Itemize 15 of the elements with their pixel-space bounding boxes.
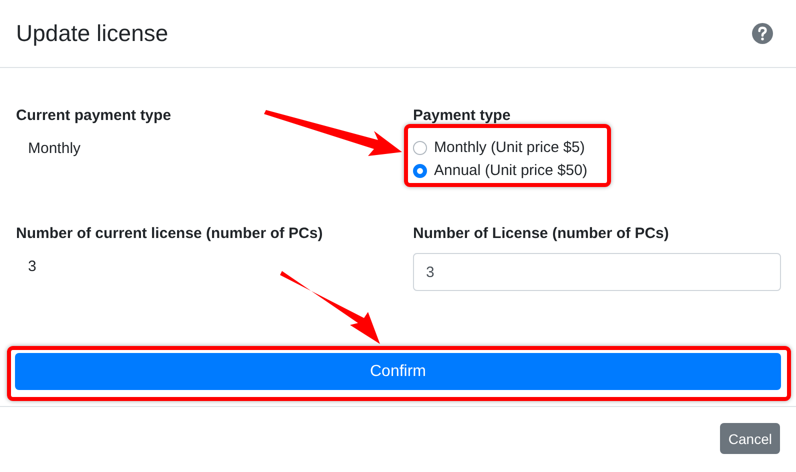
field-label: Payment type <box>413 106 512 126</box>
dialog-title: Update license <box>16 20 168 47</box>
radio-button[interactable] <box>413 164 427 178</box>
cancel-button[interactable]: Cancel <box>720 423 780 454</box>
field-label: Current payment type <box>16 106 172 126</box>
confirm-button[interactable]: Confirm <box>15 353 781 390</box>
radio-label[interactable]: Annual (Unit price $50) <box>434 162 588 179</box>
field-label: Number of License (number of PCs) <box>413 224 670 244</box>
radio-label[interactable]: Monthly (Unit price $5) <box>434 139 585 156</box>
field-value: Monthly <box>28 140 81 157</box>
field-value: 3 <box>28 258 36 275</box>
help-icon[interactable] <box>752 23 773 44</box>
radio-button[interactable] <box>413 140 427 154</box>
input-field[interactable]: 3 <box>413 253 781 291</box>
field-label: Number of current license (number of PCs) <box>16 224 324 244</box>
